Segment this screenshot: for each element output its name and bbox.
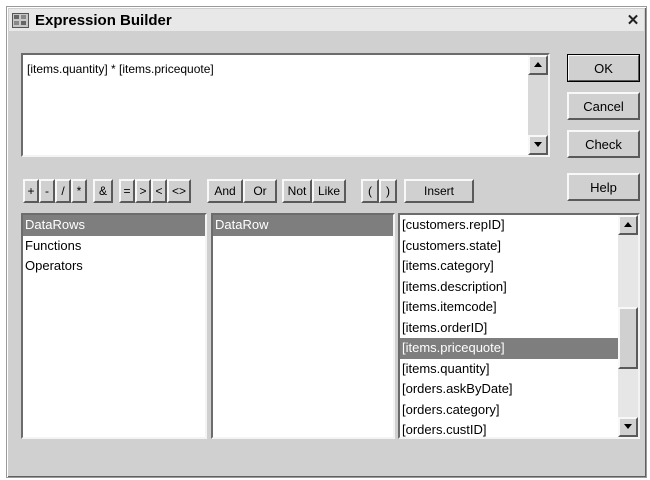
list-item-functions[interactable]: Functions: [23, 236, 205, 257]
expression-textarea[interactable]: [items.quantity] * [items.pricequote]: [21, 53, 550, 157]
list-item-field-selected[interactable]: [items.pricequote]: [400, 338, 618, 359]
list-item-operators[interactable]: Operators: [23, 256, 205, 277]
scroll-up-arrow-icon[interactable]: [618, 215, 638, 235]
check-button[interactable]: Check: [567, 130, 640, 158]
list-item-field[interactable]: [items.orderID]: [400, 318, 618, 339]
list-item-datarow[interactable]: DataRow: [213, 215, 393, 236]
scroll-down-arrow-icon[interactable]: [528, 135, 548, 155]
list-item-field[interactable]: [orders.custID]: [400, 420, 618, 437]
scrollbar-thumb[interactable]: [618, 307, 638, 369]
list-item-field[interactable]: [items.category]: [400, 256, 618, 277]
operator-and-button[interactable]: And: [207, 179, 243, 203]
operator-close-paren-button[interactable]: ): [379, 179, 397, 203]
cancel-button[interactable]: Cancel: [567, 92, 640, 120]
scroll-down-arrow-icon[interactable]: [618, 417, 638, 437]
list-item-datarows[interactable]: DataRows: [23, 215, 205, 236]
operator-like-button[interactable]: Like: [312, 179, 346, 203]
list-item-field[interactable]: [orders.category]: [400, 400, 618, 421]
help-button[interactable]: Help: [567, 173, 640, 201]
operator-greater-button[interactable]: >: [135, 179, 151, 203]
operator-concat-button[interactable]: &: [93, 179, 113, 203]
close-icon[interactable]: ✕: [625, 12, 641, 28]
title-bar: Expression Builder ✕: [9, 9, 644, 31]
insert-button[interactable]: Insert: [404, 179, 474, 203]
expression-builder-dialog: Expression Builder ✕ [items.quantity] * …: [6, 6, 647, 478]
category-list[interactable]: DataRows Functions Operators: [21, 213, 207, 439]
list-item-field[interactable]: [items.quantity]: [400, 359, 618, 380]
scroll-up-arrow-icon[interactable]: [528, 55, 548, 75]
operator-open-paren-button[interactable]: (: [361, 179, 379, 203]
operator-divide-button[interactable]: /: [55, 179, 71, 203]
expression-builder-icon: [12, 12, 29, 28]
list-item-field[interactable]: [customers.repID]: [400, 215, 618, 236]
operator-multiply-button[interactable]: *: [71, 179, 87, 203]
list-item-field[interactable]: [customers.state]: [400, 236, 618, 257]
expression-scrollbar[interactable]: [528, 55, 548, 155]
list-item-field[interactable]: [items.description]: [400, 277, 618, 298]
field-list[interactable]: [customers.repID] [customers.state] [ite…: [398, 213, 640, 439]
list-item-field[interactable]: [orders.askByDate]: [400, 379, 618, 400]
operator-or-button[interactable]: Or: [243, 179, 277, 203]
operator-minus-button[interactable]: -: [39, 179, 55, 203]
operator-not-equal-button[interactable]: <>: [167, 179, 191, 203]
operator-plus-button[interactable]: +: [23, 179, 39, 203]
subcategory-list[interactable]: DataRow: [211, 213, 395, 439]
list-item-field[interactable]: [items.itemcode]: [400, 297, 618, 318]
window-title: Expression Builder: [35, 11, 172, 29]
expression-text: [items.quantity] * [items.pricequote]: [27, 62, 214, 76]
ok-button[interactable]: OK: [567, 54, 640, 82]
operator-less-button[interactable]: <: [151, 179, 167, 203]
field-list-scrollbar[interactable]: [618, 215, 638, 437]
operator-equals-button[interactable]: =: [119, 179, 135, 203]
operator-not-button[interactable]: Not: [282, 179, 312, 203]
